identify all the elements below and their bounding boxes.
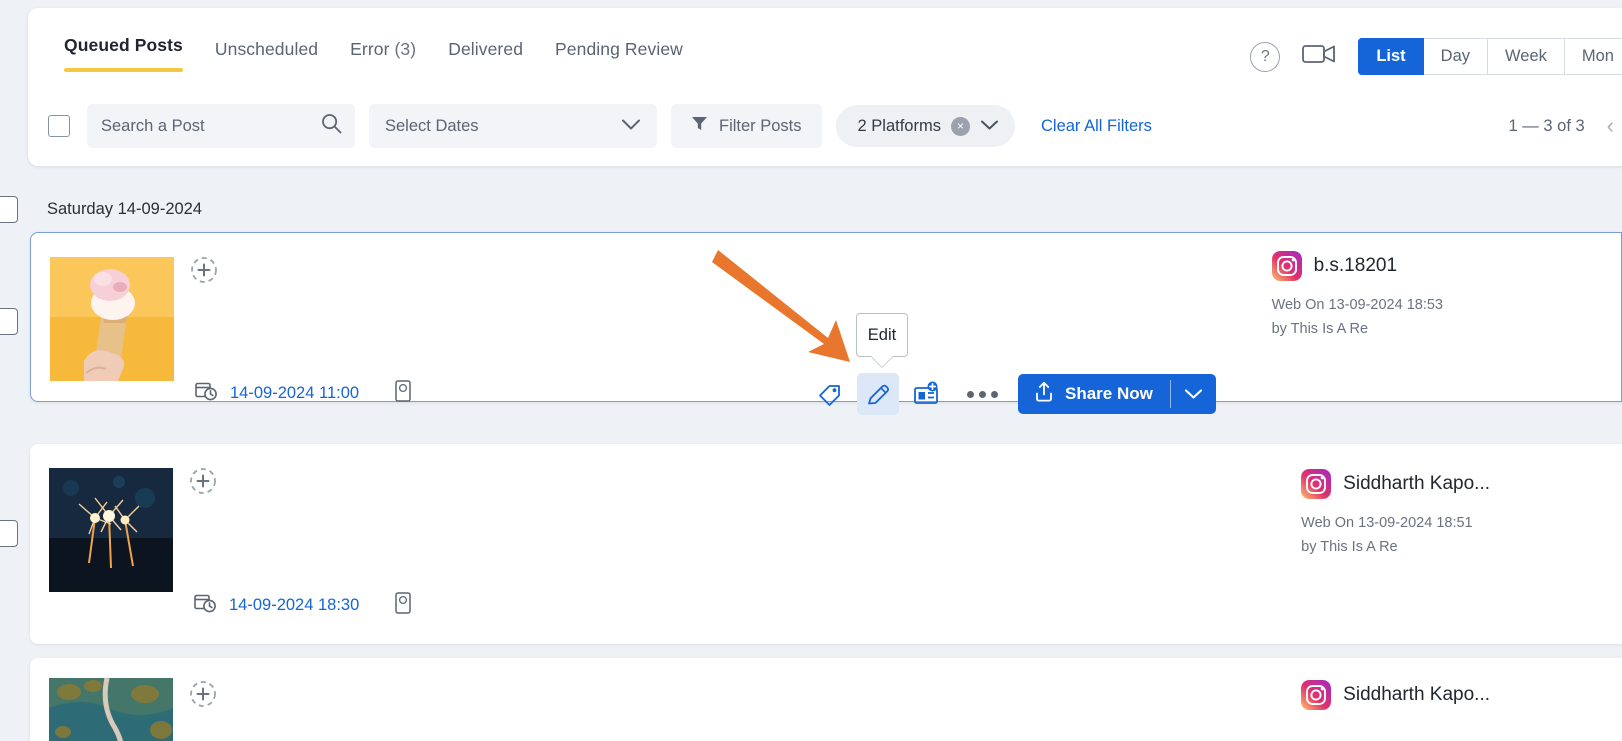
tab-bar: Queued Posts Unscheduled Error (3) Deliv… [48, 35, 699, 74]
tab-error-count: (3) [394, 39, 417, 59]
tab-label: Unscheduled [214, 39, 319, 59]
search-input[interactable] [101, 116, 321, 136]
select-all-checkbox[interactable] [48, 115, 70, 137]
header-controls: ? List Day Week Mon [1250, 38, 1622, 75]
select-dates-label: Select Dates [385, 116, 479, 135]
ellipsis-icon[interactable] [953, 390, 1012, 398]
view-switcher: List Day Week Mon [1358, 38, 1622, 75]
tag-icon[interactable] [809, 373, 851, 415]
close-icon[interactable]: × [950, 116, 970, 136]
pagination: 1 — 3 of 3 ‹ [1509, 113, 1614, 139]
filter-posts-label: Filter Posts [719, 116, 802, 135]
post-account-info: b.s.18201 Web On 13-09-2024 18:53 by Thi… [1271, 251, 1443, 342]
tab-label: Queued Posts [64, 35, 183, 55]
tab-queued-posts[interactable]: Queued Posts [48, 35, 199, 74]
post-thumbnail[interactable] [49, 468, 173, 592]
account-name: Siddharth Kapo... [1343, 684, 1490, 705]
tab-delivered[interactable]: Delivered [432, 39, 539, 74]
tab-unscheduled[interactable]: Unscheduled [199, 39, 334, 74]
post-schedule-meta: 14-09-2024 11:00 [195, 380, 411, 407]
account-header: b.s.18201 [1271, 251, 1443, 281]
tab-label: Pending Review [555, 39, 683, 59]
post-account-info: Siddharth Kapo... [1301, 680, 1490, 710]
account-name: Siddharth Kapo... [1343, 473, 1490, 494]
add-media-circle-icon[interactable] [190, 256, 218, 284]
account-header: Siddharth Kapo... [1301, 680, 1490, 710]
post-created-meta: Web On 13-09-2024 18:53 by This Is A Re [1272, 294, 1443, 342]
question-mark-circle-icon[interactable]: ? [1250, 41, 1281, 72]
filter-posts-button[interactable]: Filter Posts [671, 104, 822, 148]
created-by: by This Is A Re [1271, 320, 1369, 337]
chevron-down-icon[interactable] [980, 117, 999, 136]
post-schedule-time[interactable]: 14-09-2024 18:30 [229, 596, 359, 615]
edit-tooltip-label: Edit [867, 325, 897, 344]
post-select-checkbox-1[interactable] [0, 308, 18, 335]
pencil-edit-icon[interactable] [857, 373, 899, 415]
add-to-board-icon[interactable] [905, 373, 947, 415]
post-created-meta: Web On 13-09-2024 18:51 by This Is A Re [1301, 512, 1490, 560]
toolbar-card: Queued Posts Unscheduled Error (3) Deliv… [28, 8, 1622, 166]
video-camera-icon[interactable] [1302, 42, 1336, 71]
post-select-checkbox-2[interactable] [0, 520, 18, 547]
mobile-preview-icon[interactable] [395, 380, 411, 407]
post-row[interactable]: 14-09-2024 18:30 Siddharth Kapo... Web O… [30, 444, 1622, 644]
select-dates-dropdown[interactable]: Select Dates [369, 104, 657, 148]
post-select-checkbox-0[interactable] [0, 196, 18, 223]
calendar-clock-icon [194, 592, 216, 619]
share-now-label: Share Now [1065, 384, 1153, 403]
created-by: by This Is A Re [1301, 538, 1398, 555]
funnel-icon [691, 115, 708, 137]
post-account-info: Siddharth Kapo... Web On 13-09-2024 18:5… [1301, 469, 1490, 560]
edit-tooltip: Edit [856, 313, 908, 357]
platforms-label: 2 Platforms [857, 116, 941, 135]
post-row[interactable]: 14-09-2024 11:00 Share Now b.s.18201 Web… [30, 232, 1622, 415]
post-row[interactable]: Siddharth Kapo... [30, 658, 1622, 741]
account-header: Siddharth Kapo... [1301, 469, 1490, 499]
created-on: Web On 13-09-2024 18:51 [1301, 515, 1473, 531]
instagram-icon [1301, 680, 1332, 710]
tab-error[interactable]: Error (3) [334, 39, 432, 74]
post-thumbnail[interactable] [49, 678, 173, 741]
tab-label: Delivered [448, 39, 524, 59]
view-button-list[interactable]: List [1358, 38, 1424, 75]
magnifier-icon[interactable] [321, 113, 342, 139]
date-group-header: Saturday 14-09-2024 [47, 200, 203, 218]
search-post-field[interactable] [87, 104, 355, 148]
instagram-icon [1271, 251, 1302, 281]
share-now-button[interactable]: Share Now [1018, 374, 1216, 414]
platforms-filter-chip[interactable]: 2 Platforms × [835, 105, 1015, 147]
post-scheduler-page: Queued Posts Unscheduled Error (3) Deliv… [0, 0, 1622, 741]
post-actions: Share Now [809, 373, 1216, 415]
clear-all-filters-link[interactable]: Clear All Filters [1041, 117, 1152, 136]
mobile-preview-icon[interactable] [395, 592, 412, 619]
instagram-icon [1301, 469, 1332, 499]
share-now-main[interactable]: Share Now [1018, 374, 1170, 414]
add-media-circle-icon[interactable] [189, 680, 217, 708]
account-name: b.s.18201 [1313, 255, 1398, 276]
view-button-week[interactable]: Week [1488, 38, 1565, 75]
chevron-down-icon [621, 117, 641, 136]
view-button-day[interactable]: Day [1423, 38, 1488, 75]
created-on: Web On 13-09-2024 18:53 [1271, 297, 1443, 313]
calendar-clock-icon [195, 380, 217, 407]
pagination-range: 1 — 3 of 3 [1508, 116, 1585, 135]
chevron-left-icon[interactable]: ‹ [1607, 113, 1614, 139]
tab-label: Error [350, 39, 390, 59]
add-media-circle-icon[interactable] [189, 467, 217, 495]
tab-pending-review[interactable]: Pending Review [539, 39, 699, 74]
view-button-month[interactable]: Mon [1564, 38, 1622, 75]
post-thumbnail[interactable] [50, 257, 174, 381]
filter-bar: Select Dates Filter Posts 2 Platforms × … [48, 104, 1152, 148]
post-schedule-time[interactable]: 14-09-2024 11:00 [230, 384, 359, 403]
post-schedule-meta: 14-09-2024 18:30 [194, 592, 412, 619]
upload-share-icon [1034, 381, 1054, 407]
share-now-dropdown-caret[interactable] [1171, 374, 1216, 414]
